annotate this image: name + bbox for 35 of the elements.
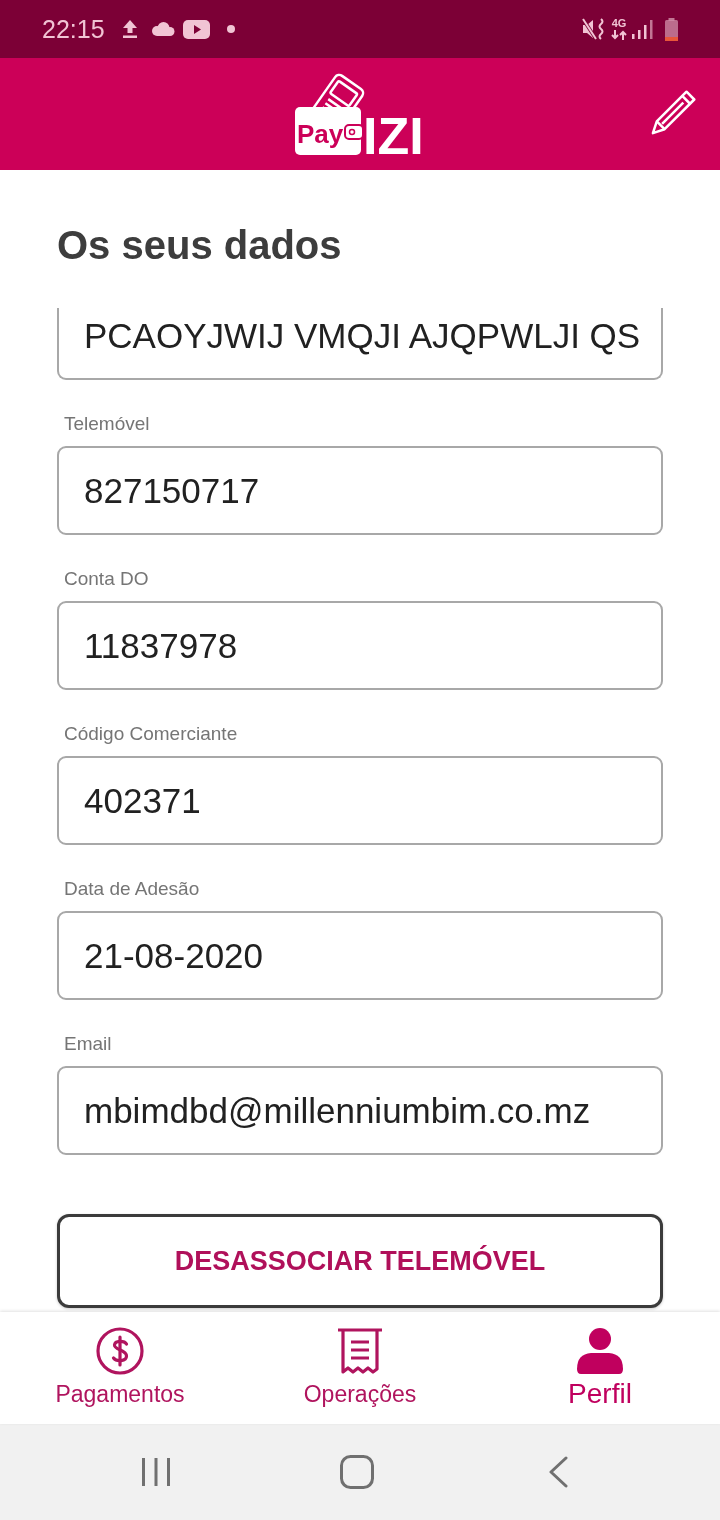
home-icon[interactable] (340, 1455, 374, 1489)
logo-text: Pay (297, 119, 344, 149)
signal-icon (632, 19, 653, 39)
text-field[interactable]: PCAOYJWIJ VMQJI AJQPWLJI QS (57, 308, 663, 380)
wallet-phone-icon (295, 71, 367, 155)
person-icon (576, 1327, 624, 1375)
mute-vibrate-icon (582, 18, 605, 40)
nav-tab[interactable]: Perfil (480, 1312, 720, 1424)
nav-tab[interactable]: Operações (240, 1312, 480, 1424)
recent-apps-icon[interactable] (142, 1458, 170, 1486)
logo-text: IZI (363, 107, 424, 159)
nav-tab[interactable]: Pagamentos (0, 1312, 240, 1424)
battery-icon (665, 17, 678, 41)
text-field[interactable]: 11837978 (57, 601, 663, 690)
page-title: Os seus dados (57, 222, 343, 268)
data-arrows-icon (611, 30, 627, 40)
unlink-button[interactable]: DESASSOCIAR TELEMÓVEL (57, 1214, 663, 1308)
field-label: Email (64, 1032, 113, 1056)
receipt-icon (336, 1327, 384, 1375)
network-type-label: 4G (611, 18, 627, 29)
dollar-circle-icon (96, 1327, 144, 1375)
text-field[interactable]: 21-08-2020 (57, 911, 663, 1000)
text-field[interactable]: 402371 (57, 756, 663, 845)
upload-icon (121, 20, 138, 38)
text-field[interactable]: mbimdbd@millenniumbim.co.mz (57, 1066, 663, 1155)
field-label: Código Comerciante (64, 722, 239, 746)
dot-icon (226, 25, 235, 33)
field-label: Data de Adesão (64, 877, 201, 901)
status-time: 22:15 (42, 14, 105, 44)
text-field[interactable]: 827150717 (57, 446, 663, 535)
field-label: Conta DO (64, 567, 150, 591)
video-play-icon (182, 19, 210, 39)
back-icon[interactable] (548, 1456, 568, 1488)
field-label: Telemóvel (64, 412, 151, 436)
cloud-icon (150, 22, 175, 36)
